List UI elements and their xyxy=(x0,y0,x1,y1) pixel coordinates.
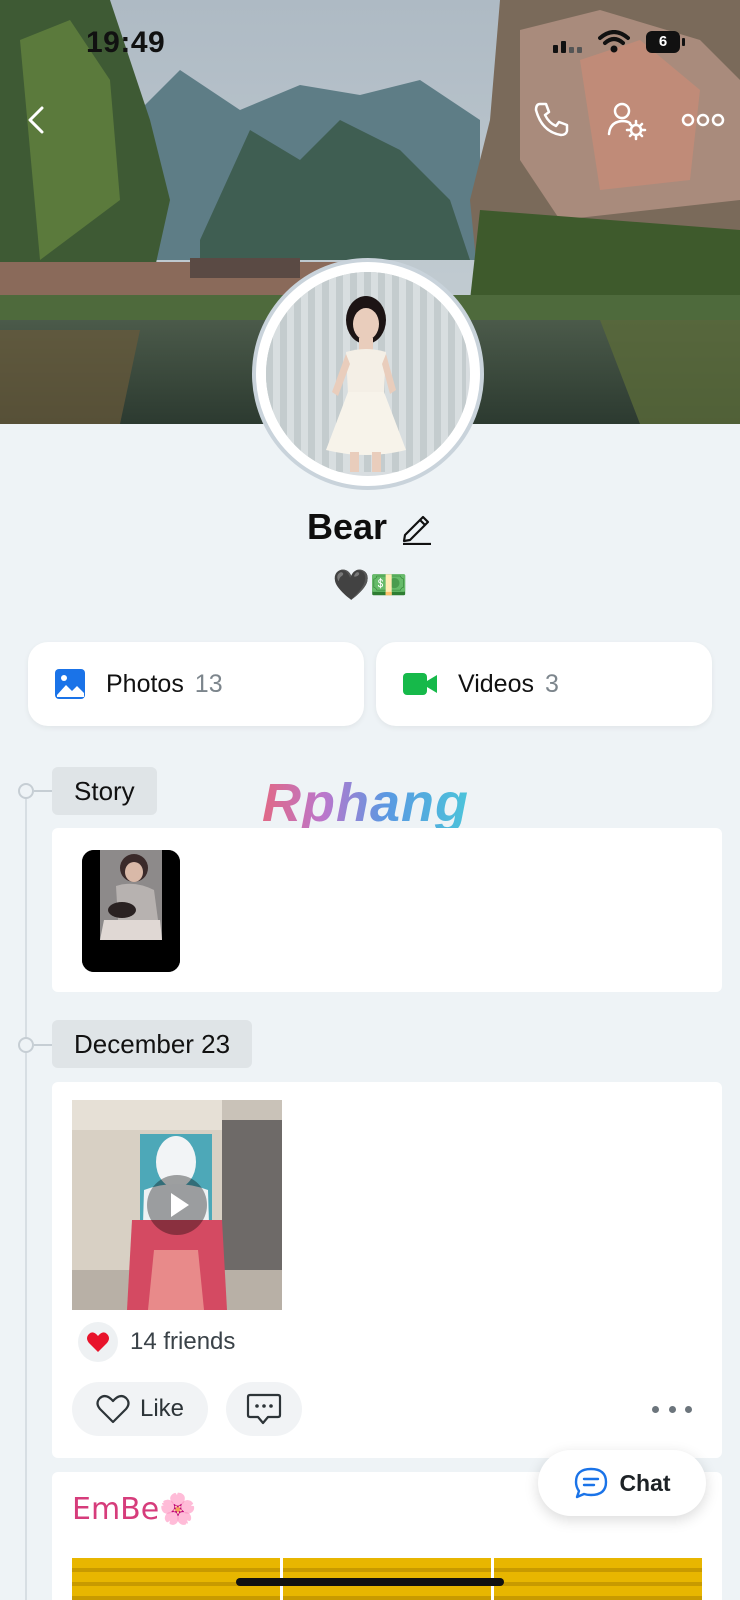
avatar[interactable] xyxy=(266,272,470,476)
status-icons: 6 xyxy=(553,30,685,54)
timeline-connector xyxy=(34,1044,52,1046)
watermark: Rphang xyxy=(262,773,469,833)
edit-name-button[interactable] xyxy=(399,509,433,546)
cellular-signal-icon xyxy=(553,31,582,53)
videos-count: 3 xyxy=(544,669,559,698)
story-section-label: Story xyxy=(52,767,157,815)
back-button[interactable] xyxy=(18,100,58,140)
pencil-icon xyxy=(402,515,432,546)
top-navigation xyxy=(0,96,740,144)
wifi-icon xyxy=(598,30,630,53)
call-button[interactable] xyxy=(530,98,572,140)
heart-reaction-icon xyxy=(78,1322,118,1362)
photos-count: 13 xyxy=(194,669,223,698)
comment-button[interactable] xyxy=(226,1382,302,1436)
play-button[interactable] xyxy=(147,1175,207,1235)
comment-icon xyxy=(246,1393,282,1425)
heart-outline-icon xyxy=(96,1394,130,1424)
post-caption: EmBe🌸 xyxy=(72,1492,197,1527)
date-section-label: December 23 xyxy=(52,1020,253,1068)
chevron-left-icon xyxy=(28,106,44,134)
timeline-connector xyxy=(34,790,52,792)
more-options-button[interactable] xyxy=(678,98,728,142)
profile-name-row: Bear xyxy=(0,506,740,548)
videos-label: Videos xyxy=(458,669,534,698)
timeline-dot xyxy=(18,1037,34,1053)
story-card xyxy=(52,828,722,992)
timeline-dot xyxy=(18,783,34,799)
status-bar: 19:49 6 xyxy=(0,0,740,80)
battery-icon: 6 xyxy=(646,31,685,53)
photos-label: Photos xyxy=(106,669,184,698)
story-thumbnail[interactable] xyxy=(82,850,180,972)
reaction-count: 14 friends xyxy=(130,1328,236,1355)
profile-bio: 🖤💵 xyxy=(332,568,408,603)
friend-settings-button[interactable] xyxy=(604,98,648,142)
timeline-line xyxy=(25,790,27,1600)
chat-button[interactable]: Chat xyxy=(538,1450,706,1516)
dot-icon xyxy=(685,1405,692,1413)
post-more-button[interactable] xyxy=(652,1397,692,1421)
user-settings-icon xyxy=(607,102,647,141)
dot-icon xyxy=(652,1405,659,1413)
post-video-thumbnail[interactable] xyxy=(72,1100,282,1310)
post-card: 14 friends Like xyxy=(52,1082,722,1458)
status-time: 19:49 xyxy=(86,26,166,59)
reaction-summary[interactable]: 14 friends xyxy=(78,1322,235,1362)
phone-icon xyxy=(534,102,569,137)
post-photo[interactable] xyxy=(494,1558,702,1600)
videos-button[interactable]: Videos 3 xyxy=(376,642,712,726)
chat-bubble-icon xyxy=(575,1467,608,1499)
home-indicator[interactable] xyxy=(236,1578,504,1586)
photos-button[interactable]: Photos 13 xyxy=(28,642,364,726)
profile-name: Bear xyxy=(306,506,388,547)
play-icon xyxy=(171,1193,189,1217)
dot-icon xyxy=(668,1405,676,1413)
like-button[interactable]: Like xyxy=(72,1382,208,1436)
video-camera-icon xyxy=(403,673,437,695)
like-label: Like xyxy=(139,1395,185,1422)
photo-icon xyxy=(55,669,85,699)
avatar-ring[interactable] xyxy=(252,258,484,490)
chat-label: Chat xyxy=(619,1469,671,1496)
more-horizontal-icon xyxy=(681,113,725,127)
